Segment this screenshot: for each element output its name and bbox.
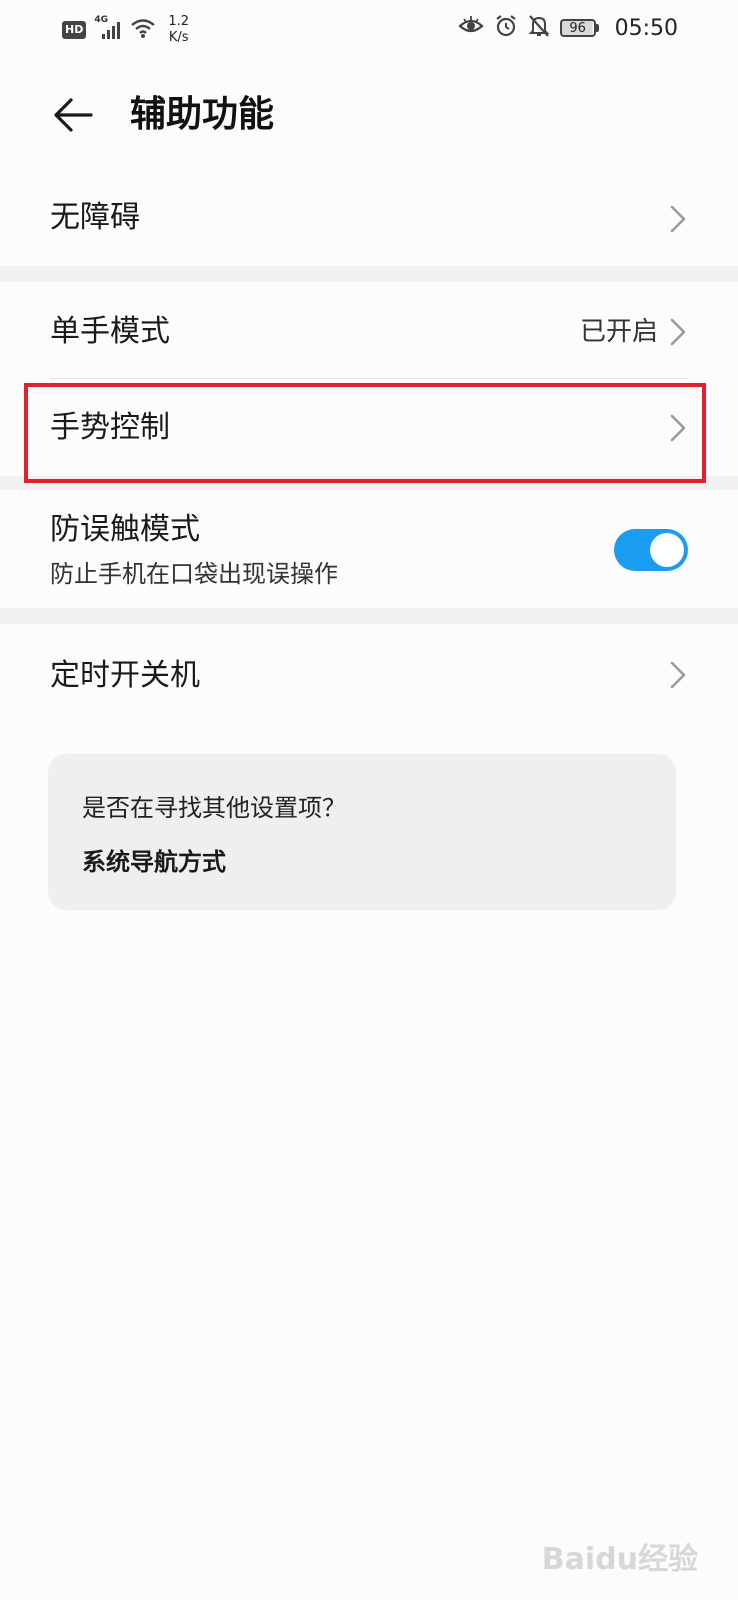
eye-comfort-icon [457, 15, 484, 41]
clock: 05:50 [614, 15, 678, 41]
battery-icon: 96 [559, 19, 599, 37]
page-header: 辅助功能 [0, 80, 738, 152]
net-speed-value: 1.2 [168, 14, 190, 29]
scheduled-power-label: 定时开关机 [50, 658, 200, 693]
hd-badge: HD [62, 21, 87, 39]
accessibility-label: 无障碍 [50, 200, 140, 235]
battery-tip [595, 24, 599, 32]
row-divider [50, 378, 688, 379]
chevron-right-icon [670, 205, 686, 233]
section-separator [0, 608, 738, 624]
system-navigation-link[interactable]: 系统导航方式 [82, 846, 226, 878]
status-bar: HD 4G 1.2 K/s 96 05:50 [0, 0, 738, 60]
back-arrow-icon [54, 98, 93, 132]
net-speed: 1.2 K/s [168, 14, 189, 46]
accessibility-row[interactable]: 无障碍 [0, 170, 738, 266]
one-hand-mode-row[interactable]: 单手模式 已开启 [0, 282, 738, 378]
toggle-knob [650, 533, 684, 567]
signal-icon: 4G [94, 15, 122, 41]
battery-level: 96 [559, 19, 596, 37]
net-speed-unit: K/s [168, 30, 189, 45]
status-left: HD 4G 1.2 K/s [62, 14, 189, 46]
section-separator [0, 266, 738, 282]
chevron-right-icon [670, 661, 686, 689]
baidu-watermark: Baidu经验 [541, 1542, 698, 1577]
status-right: 96 05:50 [457, 14, 678, 42]
wifi-icon [130, 17, 156, 43]
anti-mistouch-toggle[interactable] [614, 529, 688, 571]
chevron-right-icon [670, 318, 686, 346]
suggestion-card: 是否在寻找其他设置项？ 系统导航方式 [48, 754, 676, 910]
anti-mistouch-description: 防止手机在口袋出现误操作 [50, 560, 338, 588]
scheduled-power-row[interactable]: 定时开关机 [0, 624, 738, 724]
alarm-icon [494, 14, 518, 42]
back-button[interactable] [48, 90, 98, 140]
gesture-control-label: 手势控制 [50, 410, 170, 445]
section-separator [0, 476, 738, 490]
suggestion-question: 是否在寻找其他设置项？ [82, 794, 346, 822]
one-hand-mode-status: 已开启 [579, 317, 658, 347]
one-hand-mode-label: 单手模式 [50, 314, 170, 349]
mute-bell-icon [528, 14, 550, 42]
chevron-right-icon [670, 414, 686, 442]
page-title: 辅助功能 [130, 94, 275, 135]
gesture-control-row[interactable]: 手势控制 [0, 380, 738, 476]
anti-mistouch-label: 防误触模式 [50, 512, 200, 547]
